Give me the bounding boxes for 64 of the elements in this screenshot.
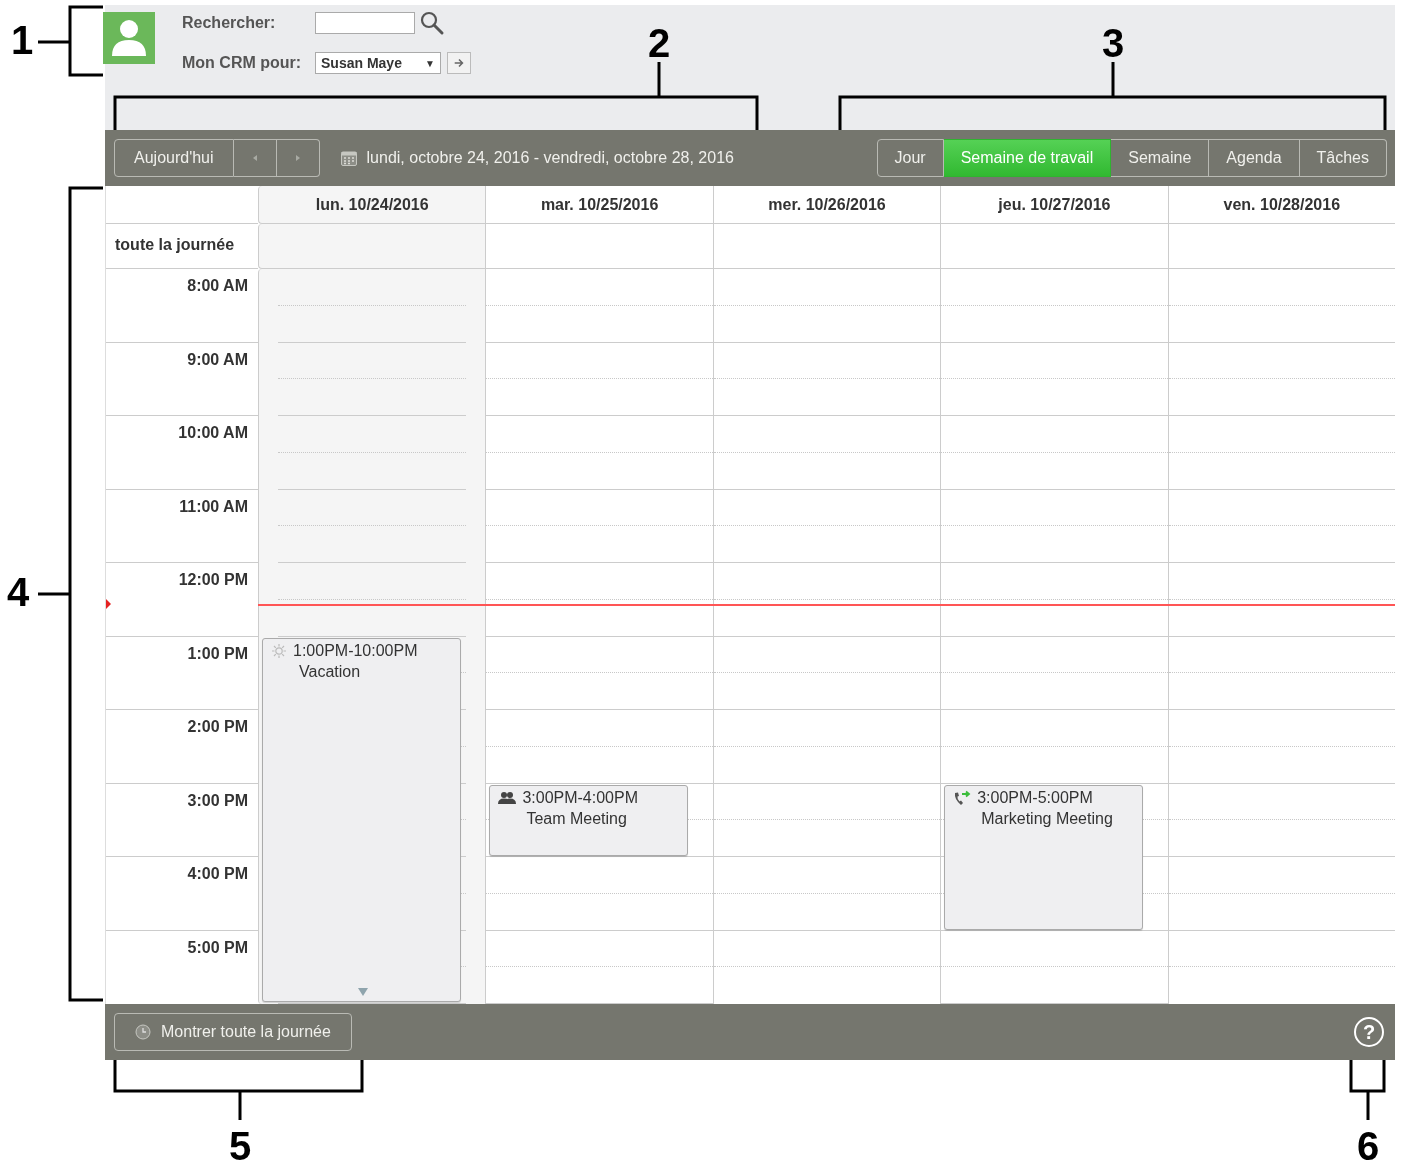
- all-day-cell[interactable]: [1167, 224, 1395, 269]
- previous-button[interactable]: [233, 139, 277, 177]
- search-field[interactable]: [315, 12, 415, 34]
- event-title: Team Meeting: [525, 808, 628, 828]
- all-day-cell[interactable]: [258, 224, 486, 269]
- day-header: mar. 10/25/2016: [485, 186, 713, 224]
- callout-number: 4: [6, 570, 30, 614]
- more-arrow-icon: [358, 988, 368, 996]
- view-tab[interactable]: Semaine: [1111, 139, 1210, 177]
- event-time: 3:00PM-5:00PM: [977, 788, 1093, 807]
- calendar-icon[interactable]: [339, 149, 358, 167]
- view-tab[interactable]: Semaine de travail: [943, 139, 1112, 177]
- user-avatar-icon: [103, 12, 155, 64]
- callout-bracket: [1349, 1058, 1386, 1122]
- time-label: 1:00 PM: [187, 644, 248, 662]
- time-label: 4:00 PM: [187, 865, 248, 882]
- time-label: 12:00 PM: [178, 571, 248, 588]
- view-tab[interactable]: Agenda: [1209, 139, 1300, 177]
- time-label: 8:00 AM: [187, 277, 248, 294]
- day-header: lun. 10/24/2016: [258, 186, 486, 224]
- go-button[interactable]: [447, 52, 471, 74]
- date-range: lundi, octobre 24, 2016 - vendredi, octobre 28, 2016: [366, 149, 734, 167]
- callout-number: 5: [228, 1124, 252, 1165]
- time-label: 5:00 PM: [187, 938, 248, 956]
- help-button[interactable]: ?: [1354, 1017, 1384, 1047]
- event-title: Marketing Meeting: [980, 808, 1114, 828]
- callout-number: 1: [10, 18, 34, 62]
- right-triangle-icon: [293, 154, 302, 162]
- view-tab[interactable]: Tâches: [1299, 139, 1387, 177]
- day-header: mer. 10/26/2016: [712, 186, 941, 224]
- all-day-cell[interactable]: [485, 224, 713, 269]
- all-day-cell[interactable]: [712, 224, 941, 269]
- arrow-icon: [453, 57, 465, 69]
- today-button[interactable]: Aujourd'hui: [114, 139, 234, 177]
- view-tab[interactable]: Jour: [876, 139, 944, 177]
- day-header: ven. 10/28/2016: [1167, 186, 1395, 224]
- search-icon[interactable]: [419, 10, 445, 36]
- people-icon: [498, 790, 517, 805]
- show-all-day-button[interactable]: Montrer toute la journée: [114, 1013, 352, 1051]
- event-card[interactable]: 3:00PM-4:00PM Team Meeting: [489, 784, 689, 856]
- phone-icon: [953, 789, 972, 806]
- callout-bracket: [36, 5, 105, 77]
- current-time-marker-icon: [106, 599, 111, 609]
- time-label: 2:00 PM: [187, 718, 248, 735]
- event-card[interactable]: 3:00PM-5:00PM Marketing Meeting: [944, 784, 1144, 930]
- event-card[interactable]: 1:00PM-10:00PM Vacation: [262, 637, 461, 1002]
- time-label: 10:00 AM: [178, 424, 248, 441]
- event-title: Vacation: [298, 661, 362, 681]
- clock-icon: [135, 1024, 151, 1040]
- callout-number: 2: [647, 21, 671, 65]
- sun-icon: [271, 642, 287, 659]
- callout-number: 3: [1101, 21, 1125, 65]
- user-dropdown[interactable]: Susan Maye ▼: [315, 52, 441, 74]
- event-time: 3:00PM-4:00PM: [522, 788, 638, 807]
- all-day-cell[interactable]: [940, 224, 1168, 269]
- day-header: jeu. 10/27/2016: [940, 186, 1168, 224]
- callout-number: 6: [1356, 1124, 1380, 1165]
- event-time: 1:00PM-10:00PM: [293, 641, 418, 660]
- search-label: Rechercher:: [182, 14, 277, 32]
- time-label: 9:00 AM: [187, 350, 248, 368]
- time-label: 3:00 PM: [187, 791, 248, 809]
- time-label: 11:00 AM: [179, 497, 248, 515]
- next-button[interactable]: [276, 139, 320, 177]
- crm-label: Mon CRM pour:: [182, 54, 303, 72]
